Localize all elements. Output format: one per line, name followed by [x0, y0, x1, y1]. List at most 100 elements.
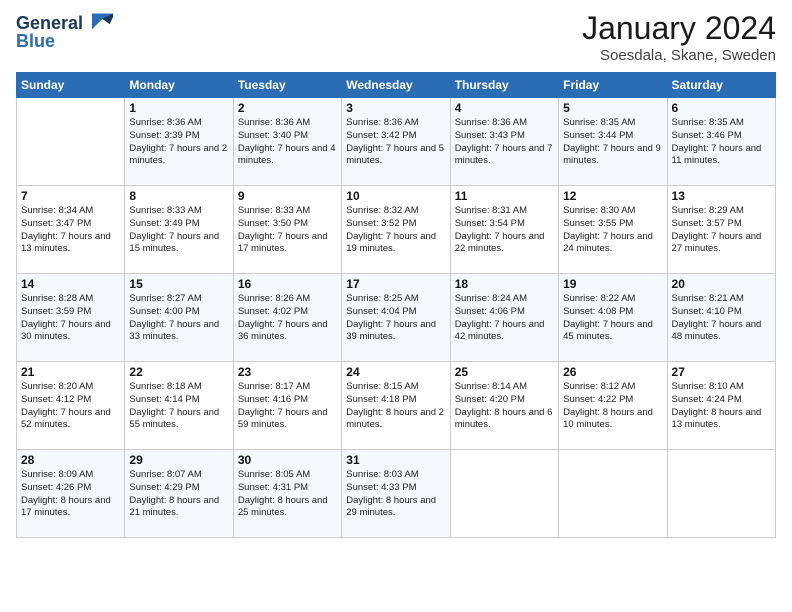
day-number: 2 [238, 101, 337, 115]
cell-sunrise: Sunrise: 8:35 AM [672, 117, 744, 128]
day-number: 15 [129, 277, 228, 291]
cell-sunrise: Sunrise: 8:22 AM [563, 293, 635, 304]
cell-daylight: Daylight: 7 hours and 22 minutes. [455, 231, 545, 255]
calendar-cell: 14 Sunrise: 8:28 AM Sunset: 3:59 PM Dayl… [17, 274, 125, 362]
header: General Blue January 2024 Soesdala, Skan… [16, 10, 776, 64]
calendar-cell: 25 Sunrise: 8:14 AM Sunset: 4:20 PM Dayl… [450, 362, 558, 450]
cell-daylight: Daylight: 7 hours and 5 minutes. [346, 143, 444, 167]
col-friday: Friday [559, 73, 667, 98]
col-tuesday: Tuesday [233, 73, 341, 98]
day-number: 9 [238, 189, 337, 203]
cell-daylight: Daylight: 8 hours and 2 minutes. [346, 407, 444, 431]
cell-sunset: Sunset: 4:08 PM [563, 306, 633, 317]
cell-sunset: Sunset: 4:02 PM [238, 306, 308, 317]
cell-sunrise: Sunrise: 8:36 AM [129, 117, 201, 128]
cell-sunset: Sunset: 3:44 PM [563, 130, 633, 141]
cell-daylight: Daylight: 7 hours and 45 minutes. [563, 319, 653, 343]
calendar-week-5: 28 Sunrise: 8:09 AM Sunset: 4:26 PM Dayl… [17, 450, 776, 538]
col-thursday: Thursday [450, 73, 558, 98]
cell-sunset: Sunset: 3:43 PM [455, 130, 525, 141]
cell-sunrise: Sunrise: 8:12 AM [563, 381, 635, 392]
calendar-cell: 3 Sunrise: 8:36 AM Sunset: 3:42 PM Dayli… [342, 98, 450, 186]
cell-sunrise: Sunrise: 8:15 AM [346, 381, 418, 392]
day-number: 17 [346, 277, 445, 291]
cell-daylight: Daylight: 7 hours and 27 minutes. [672, 231, 762, 255]
cell-sunset: Sunset: 4:29 PM [129, 482, 199, 493]
cell-sunset: Sunset: 3:55 PM [563, 218, 633, 229]
calendar-cell: 26 Sunrise: 8:12 AM Sunset: 4:22 PM Dayl… [559, 362, 667, 450]
cell-sunrise: Sunrise: 8:10 AM [672, 381, 744, 392]
calendar-cell: 12 Sunrise: 8:30 AM Sunset: 3:55 PM Dayl… [559, 186, 667, 274]
calendar-cell: 17 Sunrise: 8:25 AM Sunset: 4:04 PM Dayl… [342, 274, 450, 362]
cell-daylight: Daylight: 7 hours and 55 minutes. [129, 407, 219, 431]
day-number: 14 [21, 277, 120, 291]
cell-sunset: Sunset: 3:42 PM [346, 130, 416, 141]
cell-sunset: Sunset: 3:50 PM [238, 218, 308, 229]
day-number: 27 [672, 365, 771, 379]
calendar-cell: 11 Sunrise: 8:31 AM Sunset: 3:54 PM Dayl… [450, 186, 558, 274]
cell-sunrise: Sunrise: 8:21 AM [672, 293, 744, 304]
cell-sunrise: Sunrise: 8:34 AM [21, 205, 93, 216]
cell-sunset: Sunset: 4:22 PM [563, 394, 633, 405]
cell-sunset: Sunset: 4:24 PM [672, 394, 742, 405]
day-number: 11 [455, 189, 554, 203]
day-number: 5 [563, 101, 662, 115]
cell-daylight: Daylight: 7 hours and 9 minutes. [563, 143, 661, 167]
cell-sunset: Sunset: 4:06 PM [455, 306, 525, 317]
cell-sunset: Sunset: 3:54 PM [455, 218, 525, 229]
cell-sunset: Sunset: 4:04 PM [346, 306, 416, 317]
cell-sunset: Sunset: 4:16 PM [238, 394, 308, 405]
cell-sunrise: Sunrise: 8:31 AM [455, 205, 527, 216]
cell-daylight: Daylight: 7 hours and 11 minutes. [672, 143, 762, 167]
day-number: 10 [346, 189, 445, 203]
cell-daylight: Daylight: 7 hours and 36 minutes. [238, 319, 328, 343]
calendar-cell: 2 Sunrise: 8:36 AM Sunset: 3:40 PM Dayli… [233, 98, 341, 186]
day-number: 31 [346, 453, 445, 467]
cell-daylight: Daylight: 8 hours and 13 minutes. [672, 407, 762, 431]
calendar-cell [559, 450, 667, 538]
cell-sunrise: Sunrise: 8:32 AM [346, 205, 418, 216]
calendar-week-2: 7 Sunrise: 8:34 AM Sunset: 3:47 PM Dayli… [17, 186, 776, 274]
cell-sunrise: Sunrise: 8:05 AM [238, 469, 310, 480]
cell-sunset: Sunset: 3:59 PM [21, 306, 91, 317]
cell-sunset: Sunset: 4:31 PM [238, 482, 308, 493]
day-number: 28 [21, 453, 120, 467]
cell-sunrise: Sunrise: 8:35 AM [563, 117, 635, 128]
day-number: 1 [129, 101, 228, 115]
calendar-cell [667, 450, 775, 538]
calendar-cell: 5 Sunrise: 8:35 AM Sunset: 3:44 PM Dayli… [559, 98, 667, 186]
logo-text-blue: Blue [16, 32, 55, 52]
cell-sunset: Sunset: 4:33 PM [346, 482, 416, 493]
cell-sunset: Sunset: 3:49 PM [129, 218, 199, 229]
day-number: 23 [238, 365, 337, 379]
calendar-cell: 21 Sunrise: 8:20 AM Sunset: 4:12 PM Dayl… [17, 362, 125, 450]
cell-sunrise: Sunrise: 8:27 AM [129, 293, 201, 304]
cell-sunrise: Sunrise: 8:30 AM [563, 205, 635, 216]
calendar-cell: 15 Sunrise: 8:27 AM Sunset: 4:00 PM Dayl… [125, 274, 233, 362]
cell-daylight: Daylight: 8 hours and 10 minutes. [563, 407, 653, 431]
cell-sunset: Sunset: 4:18 PM [346, 394, 416, 405]
calendar-cell: 20 Sunrise: 8:21 AM Sunset: 4:10 PM Dayl… [667, 274, 775, 362]
cell-daylight: Daylight: 7 hours and 48 minutes. [672, 319, 762, 343]
cell-daylight: Daylight: 7 hours and 15 minutes. [129, 231, 219, 255]
cell-daylight: Daylight: 7 hours and 19 minutes. [346, 231, 436, 255]
calendar-cell: 30 Sunrise: 8:05 AM Sunset: 4:31 PM Dayl… [233, 450, 341, 538]
page: General Blue January 2024 Soesdala, Skan… [0, 0, 792, 612]
day-number: 8 [129, 189, 228, 203]
cell-sunset: Sunset: 4:00 PM [129, 306, 199, 317]
calendar-cell: 28 Sunrise: 8:09 AM Sunset: 4:26 PM Dayl… [17, 450, 125, 538]
calendar-week-3: 14 Sunrise: 8:28 AM Sunset: 3:59 PM Dayl… [17, 274, 776, 362]
calendar-cell: 27 Sunrise: 8:10 AM Sunset: 4:24 PM Dayl… [667, 362, 775, 450]
calendar-cell: 10 Sunrise: 8:32 AM Sunset: 3:52 PM Dayl… [342, 186, 450, 274]
cell-sunrise: Sunrise: 8:24 AM [455, 293, 527, 304]
cell-daylight: Daylight: 7 hours and 4 minutes. [238, 143, 336, 167]
cell-sunset: Sunset: 4:12 PM [21, 394, 91, 405]
calendar-week-4: 21 Sunrise: 8:20 AM Sunset: 4:12 PM Dayl… [17, 362, 776, 450]
cell-sunrise: Sunrise: 8:33 AM [238, 205, 310, 216]
cell-sunrise: Sunrise: 8:17 AM [238, 381, 310, 392]
day-number: 26 [563, 365, 662, 379]
col-monday: Monday [125, 73, 233, 98]
cell-daylight: Daylight: 7 hours and 33 minutes. [129, 319, 219, 343]
calendar-cell: 22 Sunrise: 8:18 AM Sunset: 4:14 PM Dayl… [125, 362, 233, 450]
cell-daylight: Daylight: 7 hours and 39 minutes. [346, 319, 436, 343]
